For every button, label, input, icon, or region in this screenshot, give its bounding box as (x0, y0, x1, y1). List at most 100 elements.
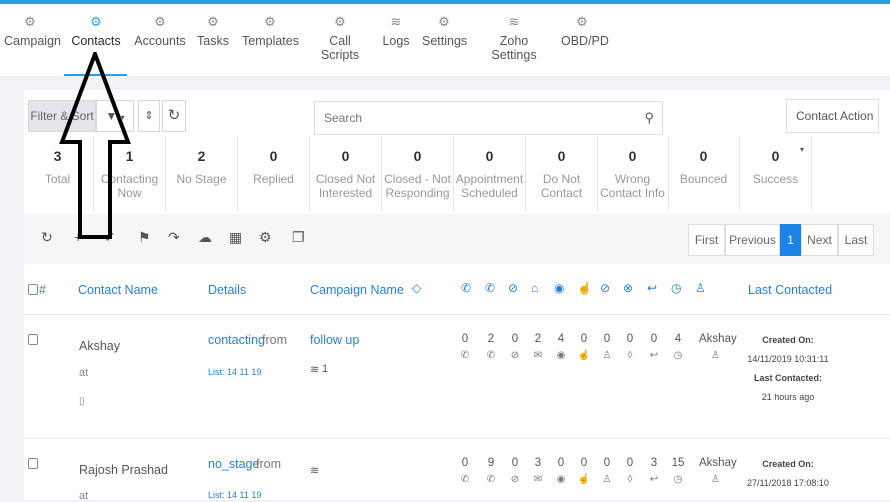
stat-success[interactable]: 0 Success (740, 136, 812, 212)
created-date: 27/11/2018 17:08:10 (747, 478, 829, 488)
list-link[interactable]: List: 14 11 19 (208, 367, 261, 377)
row-checkbox[interactable] (28, 458, 38, 469)
sort-icon: ⇕ (144, 110, 154, 122)
stat-label: Replied (253, 172, 294, 186)
contact-action-label: Contact Action (796, 109, 874, 123)
stat-label: Appointment Scheduled (455, 172, 524, 200)
user-icon: ♙ (602, 350, 612, 361)
stat-bounced[interactable]: 0 Bounced (668, 136, 740, 212)
count-value: 0 (626, 457, 634, 469)
nav-zoho-settings[interactable]: ≋ Zoho Settings (479, 14, 549, 62)
layers-icon: ≋ (310, 465, 320, 477)
nav-settings[interactable]: ⚙ Settings (422, 14, 467, 48)
stat-closed-not-interested[interactable]: 0 Closed Not Interested (310, 136, 382, 212)
grid-icon[interactable]: ▦ (229, 229, 242, 246)
contact-name[interactable]: Akshay (79, 339, 120, 353)
last-page-button[interactable]: Last (838, 224, 874, 256)
cloud-icon[interactable]: ☁ (198, 229, 212, 246)
gear-icon: ⚙ (334, 14, 346, 29)
stat-count: 0 (557, 148, 566, 164)
sort-button[interactable]: ⇕ (138, 100, 160, 132)
user-icon: ♙ (711, 350, 720, 361)
list-link[interactable]: List: 14 11 19 (208, 490, 261, 500)
details-from: from (256, 457, 281, 471)
reply-icon: ↩ (647, 281, 658, 295)
header-contact-name[interactable]: Contact Name (78, 283, 158, 297)
eye-icon: ◉ (556, 474, 566, 485)
nav-accounts[interactable]: ⚙ Accounts (134, 14, 186, 48)
campaign-link[interactable]: follow up (310, 333, 359, 347)
stat-label: Closed - Not Responding (384, 172, 451, 200)
nav-label: Contacts (71, 34, 121, 48)
contact-name[interactable]: Rajosh Prashad (79, 463, 168, 477)
stage-link[interactable]: no_stage (208, 457, 259, 471)
first-page-button[interactable]: First (688, 224, 725, 256)
phone-in-icon: ✆ (485, 281, 496, 295)
row-checkbox[interactable] (28, 334, 38, 345)
clock-icon: ◷ (673, 350, 683, 361)
contact-action-dropdown[interactable]: Contact Action ▾ (786, 99, 879, 154)
search-input[interactable] (315, 102, 615, 134)
nav-tasks[interactable]: ⚙ Tasks (197, 14, 229, 48)
nav-logs[interactable]: ≋ Logs (382, 14, 410, 48)
stat-replied[interactable]: 0 Replied (238, 136, 310, 212)
pointer-icon: ☝ (577, 350, 591, 361)
contact-company: at (79, 490, 89, 502)
nav-contacts[interactable]: ⚙ Contacts (70, 14, 122, 48)
campaign-count: 1 (322, 363, 329, 375)
previous-page-button[interactable]: Previous (725, 224, 780, 256)
stat-closed-not-responding[interactable]: 0 Closed - Not Responding (382, 136, 454, 212)
settings-icon[interactable]: ⚙ (259, 229, 272, 246)
reset-button[interactable]: ↻ (162, 100, 186, 132)
details-from: from (262, 333, 287, 347)
refresh-icon[interactable]: ↻ (41, 229, 53, 246)
nav-label: Accounts (134, 34, 186, 48)
check-circle-icon: ⊘ (510, 350, 520, 361)
stage-link[interactable]: contacting (208, 333, 265, 347)
nav-templates[interactable]: ⚙ Templates (242, 14, 299, 48)
drop-icon: ◊ (627, 350, 633, 361)
nav-label: Tasks (197, 34, 229, 48)
stat-wrong-contact-info[interactable]: 0 Wrong Contact Info (597, 136, 669, 212)
nav-call-scripts[interactable]: ⚙ Call Scripts (311, 14, 369, 62)
header-campaign-name[interactable]: Campaign Name (310, 283, 404, 297)
last-contacted-value: 21 hours ago (761, 392, 815, 402)
search-icon[interactable]: ⚲ (644, 110, 654, 126)
created-label: Created On: (762, 459, 814, 469)
gear-icon: ⚙ (24, 14, 36, 29)
stat-label: Do Not Contact (540, 172, 583, 200)
user-icon: ♙ (695, 281, 706, 295)
nav-label: Campaign (4, 34, 61, 48)
current-page-button[interactable]: 1 (780, 224, 801, 256)
count-value: 4 (674, 333, 682, 345)
nav-obd-pd[interactable]: ⚙ OBD/PD (561, 14, 609, 48)
phone-out-icon: ✆ (460, 474, 470, 485)
select-all-checkbox[interactable] (28, 284, 38, 295)
count-value: 0 (650, 333, 658, 345)
next-page-button[interactable]: Next (801, 224, 838, 256)
redo-icon[interactable]: ↷ (168, 229, 180, 246)
header-details[interactable]: Details (208, 283, 246, 297)
gear-icon: ⚙ (90, 14, 102, 29)
stat-no-stage[interactable]: 2 No Stage (166, 136, 238, 212)
stat-count: 0 (485, 148, 494, 164)
header-last-contacted[interactable]: Last Contacted (748, 283, 832, 297)
annotation-arrow (59, 52, 131, 239)
count-value: 0 (603, 333, 611, 345)
phone-icon[interactable]: ▯ (79, 396, 85, 407)
layers-icon: ≋ (508, 14, 520, 29)
stat-count: 2 (197, 148, 206, 164)
count-value: 2 (534, 333, 542, 345)
stat-do-not-contact[interactable]: 0 Do Not Contact (526, 136, 598, 212)
user-icon: ♙ (602, 474, 612, 485)
gear-icon: ⚙ (438, 14, 450, 29)
block-icon: ⊘ (600, 281, 611, 295)
copy-icon[interactable]: ❐ (292, 229, 305, 246)
phone-out-icon: ✆ (461, 281, 472, 295)
gear-icon: ⚙ (207, 14, 219, 29)
stat-count: 0 (413, 148, 422, 164)
bookmark-icon[interactable]: ⚑ (138, 229, 151, 246)
stat-appointment-scheduled[interactable]: 0 Appointment Scheduled (454, 136, 526, 212)
created-label: Created On: (762, 335, 814, 345)
nav-campaign[interactable]: ⚙ Campaign (4, 14, 61, 48)
